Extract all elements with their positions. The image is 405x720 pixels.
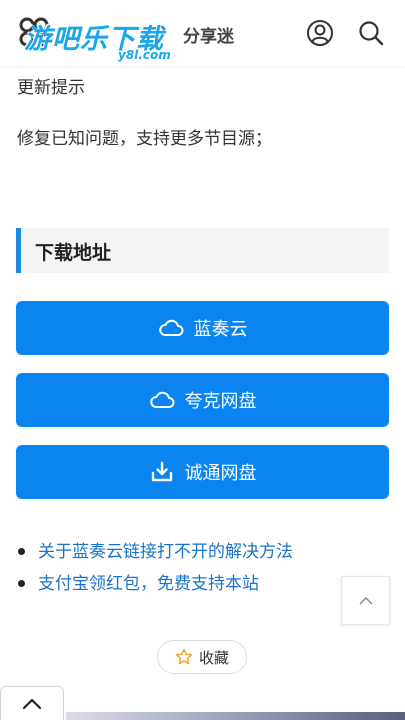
download-button-quark[interactable]: 夸克网盘 — [16, 373, 389, 427]
expand-toolbar-button[interactable] — [0, 686, 64, 720]
collect-button[interactable]: 收藏 — [157, 640, 247, 674]
update-text: 修复已知问题，支持更多节目源； — [17, 129, 272, 149]
collect-label: 收藏 — [198, 648, 229, 667]
site-header: 游吧乐下载 y8l.com 分享迷 — [0, 0, 405, 66]
download-button-lanzou[interactable]: 蓝奏云 — [16, 301, 389, 355]
download-button-label: 蓝奏云 — [193, 319, 248, 340]
search-icon[interactable] — [357, 19, 385, 47]
link-lanzou-fix[interactable]: 关于蓝奏云链接打不开的解决方法 — [18, 536, 348, 568]
chevron-up-icon — [358, 596, 373, 605]
bottom-banner — [66, 712, 405, 720]
download-button-label: 夸克网盘 — [184, 391, 257, 412]
download-button-chengtong[interactable]: 诚通网盘 — [16, 445, 389, 499]
update-title: 更新提示 — [17, 78, 85, 98]
download-button-label: 诚通网盘 — [184, 463, 257, 484]
logo-domain: y8l.com — [118, 48, 171, 62]
back-to-top-button[interactable] — [341, 576, 390, 625]
link-alipay-redpacket[interactable]: 支付宝领红包，免费支持本站 — [18, 568, 348, 600]
download-section-heading: 下载地址 — [16, 228, 389, 273]
user-icon[interactable] — [306, 19, 334, 47]
cloud-icon — [158, 319, 183, 336]
logo-tagline: 分享迷 — [183, 27, 234, 47]
download-icon — [151, 461, 172, 482]
cloud-icon — [149, 391, 174, 408]
related-links: 关于蓝奏云链接打不开的解决方法 支付宝领红包，免费支持本站 — [18, 536, 348, 600]
chevron-up-icon — [22, 698, 42, 709]
star-icon — [175, 648, 193, 665]
download-heading-text: 下载地址 — [35, 242, 112, 264]
